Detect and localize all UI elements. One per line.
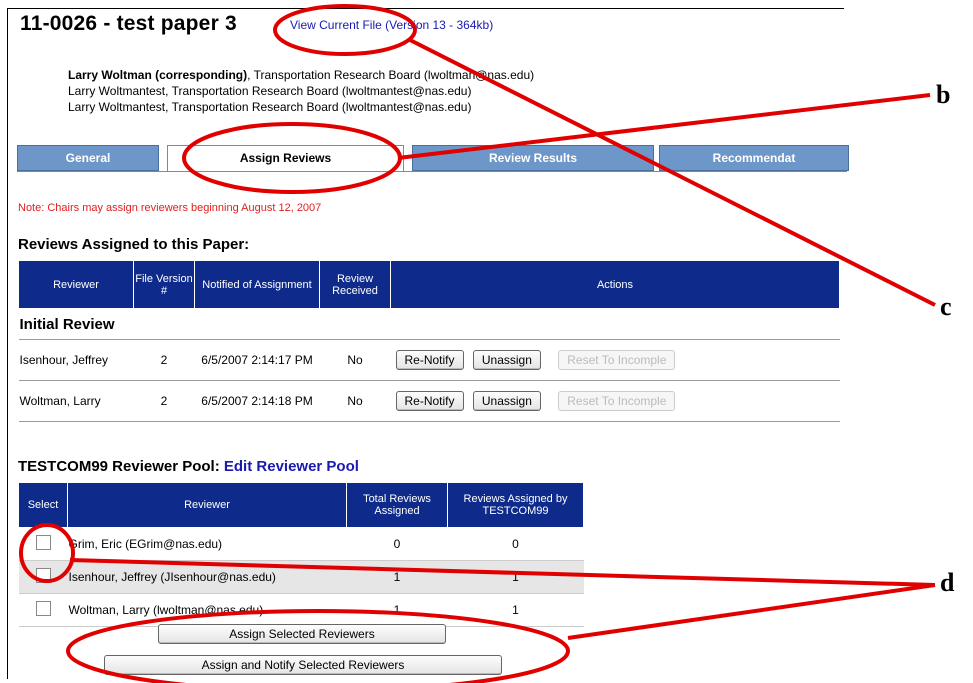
total-cell: 1 — [346, 593, 448, 627]
edit-reviewer-pool-link[interactable]: Edit Reviewer Pool — [224, 458, 359, 475]
unassign-button[interactable]: Unassign — [472, 350, 541, 370]
reviewer-cell: Isenhour, Jeffrey (JIsenhour@nas.edu) — [67, 560, 347, 594]
table-header-row: Select Reviewer Total Reviews Assigned R… — [18, 482, 584, 528]
reviewer-cell: Woltman, Larry — [18, 380, 134, 422]
table-row: Isenhour, Jeffrey (JIsenhour@nas.edu) 1 … — [18, 560, 584, 594]
reviewer-cell: Woltman, Larry (lwoltman@nas.edu) — [67, 593, 347, 627]
col-header: Reviewer — [18, 260, 134, 309]
col-header: Actions — [390, 260, 840, 309]
col-header: Select — [18, 482, 68, 528]
callout-label-d: d — [940, 568, 955, 597]
assign-selected-button[interactable]: Assign Selected Reviewers — [158, 624, 446, 644]
view-current-file-link[interactable]: View Current File (Version 13 - 364kb) — [290, 18, 493, 32]
tab-review-results[interactable]: Review Results — [412, 145, 654, 171]
by-committee-cell: 0 — [447, 527, 584, 561]
reviewer-cell: Isenhour, Jeffrey — [18, 339, 134, 381]
table-row: Woltman, Larry (lwoltman@nas.edu) 1 1 — [18, 593, 584, 627]
select-checkbox[interactable] — [35, 601, 51, 616]
actions-cell: Re-Notify Unassign Reset To Incomple — [390, 339, 840, 381]
reviews-section-title: Reviews Assigned to this Paper: — [18, 236, 250, 253]
author-line: Larry Woltmantest, Transportation Resear… — [68, 84, 472, 98]
author-list: Larry Woltman (corresponding), Transport… — [68, 67, 534, 115]
tab-assign-reviews[interactable]: Assign Reviews — [167, 145, 404, 172]
col-header: Total Reviews Assigned — [346, 482, 448, 528]
pool-section-title: TESTCOM99 Reviewer Pool: Edit Reviewer P… — [18, 458, 359, 475]
callout-label-b: b — [936, 80, 951, 109]
select-cell — [18, 527, 68, 561]
total-cell: 1 — [346, 560, 448, 594]
author-line: Larry Woltman (corresponding), Transport… — [68, 68, 535, 82]
group-label: Initial Review — [18, 308, 840, 340]
by-committee-cell: 1 — [447, 593, 584, 627]
by-committee-cell: 1 — [447, 560, 584, 594]
tab-divider — [17, 171, 847, 172]
renotify-button[interactable]: Re-Notify — [395, 391, 464, 411]
reviewer-pool-table: Select Reviewer Total Reviews Assigned R… — [18, 482, 584, 627]
reviewer-cell: Grim, Eric (EGrim@nas.edu) — [67, 527, 347, 561]
author-line: Larry Woltmantest, Transportation Resear… — [68, 100, 472, 114]
select-cell — [18, 593, 68, 627]
col-header: Review Received — [319, 260, 391, 309]
tab-recommendation[interactable]: Recommendat — [659, 145, 849, 171]
received-cell: No — [319, 380, 391, 422]
assign-note: Note: Chairs may assign reviewers beginn… — [18, 202, 322, 214]
table-header-row: Reviewer File Version # Notified of Assi… — [18, 260, 840, 309]
tab-bar: General Assign Reviews Review Results Re… — [17, 145, 849, 172]
group-row: Initial Review — [18, 308, 840, 340]
unassign-button[interactable]: Unassign — [472, 391, 541, 411]
select-checkbox[interactable] — [35, 568, 51, 583]
page-title: 11-0026 - test paper 3 — [20, 12, 237, 35]
reset-incomplete-button[interactable]: Reset To Incomple — [558, 350, 676, 370]
select-cell — [18, 560, 68, 594]
table-row: Woltman, Larry 2 6/5/2007 2:14:18 PM No … — [18, 380, 840, 422]
reset-incomplete-button[interactable]: Reset To Incomple — [558, 391, 676, 411]
notified-cell: 6/5/2007 2:14:17 PM — [194, 339, 320, 381]
reviews-table: Reviewer File Version # Notified of Assi… — [18, 260, 840, 422]
actions-cell: Re-Notify Unassign Reset To Incomple — [390, 380, 840, 422]
col-header: Notified of Assignment — [194, 260, 320, 309]
assign-notify-selected-button[interactable]: Assign and Notify Selected Reviewers — [104, 655, 502, 675]
col-header: File Version # — [133, 260, 195, 309]
select-checkbox[interactable] — [35, 535, 51, 550]
tab-general[interactable]: General — [17, 145, 159, 171]
renotify-button[interactable]: Re-Notify — [395, 350, 464, 370]
pool-title-text: TESTCOM99 Reviewer Pool: — [18, 458, 220, 475]
col-header: Reviewer — [67, 482, 347, 528]
table-row: Isenhour, Jeffrey 2 6/5/2007 2:14:17 PM … — [18, 339, 840, 381]
table-row: Grim, Eric (EGrim@nas.edu) 0 0 — [18, 527, 584, 561]
total-cell: 0 — [346, 527, 448, 561]
col-header: Reviews Assigned by TESTCOM99 — [447, 482, 584, 528]
version-cell: 2 — [133, 380, 195, 422]
callout-label-c: c — [940, 292, 952, 321]
notified-cell: 6/5/2007 2:14:18 PM — [194, 380, 320, 422]
received-cell: No — [319, 339, 391, 381]
version-cell: 2 — [133, 339, 195, 381]
